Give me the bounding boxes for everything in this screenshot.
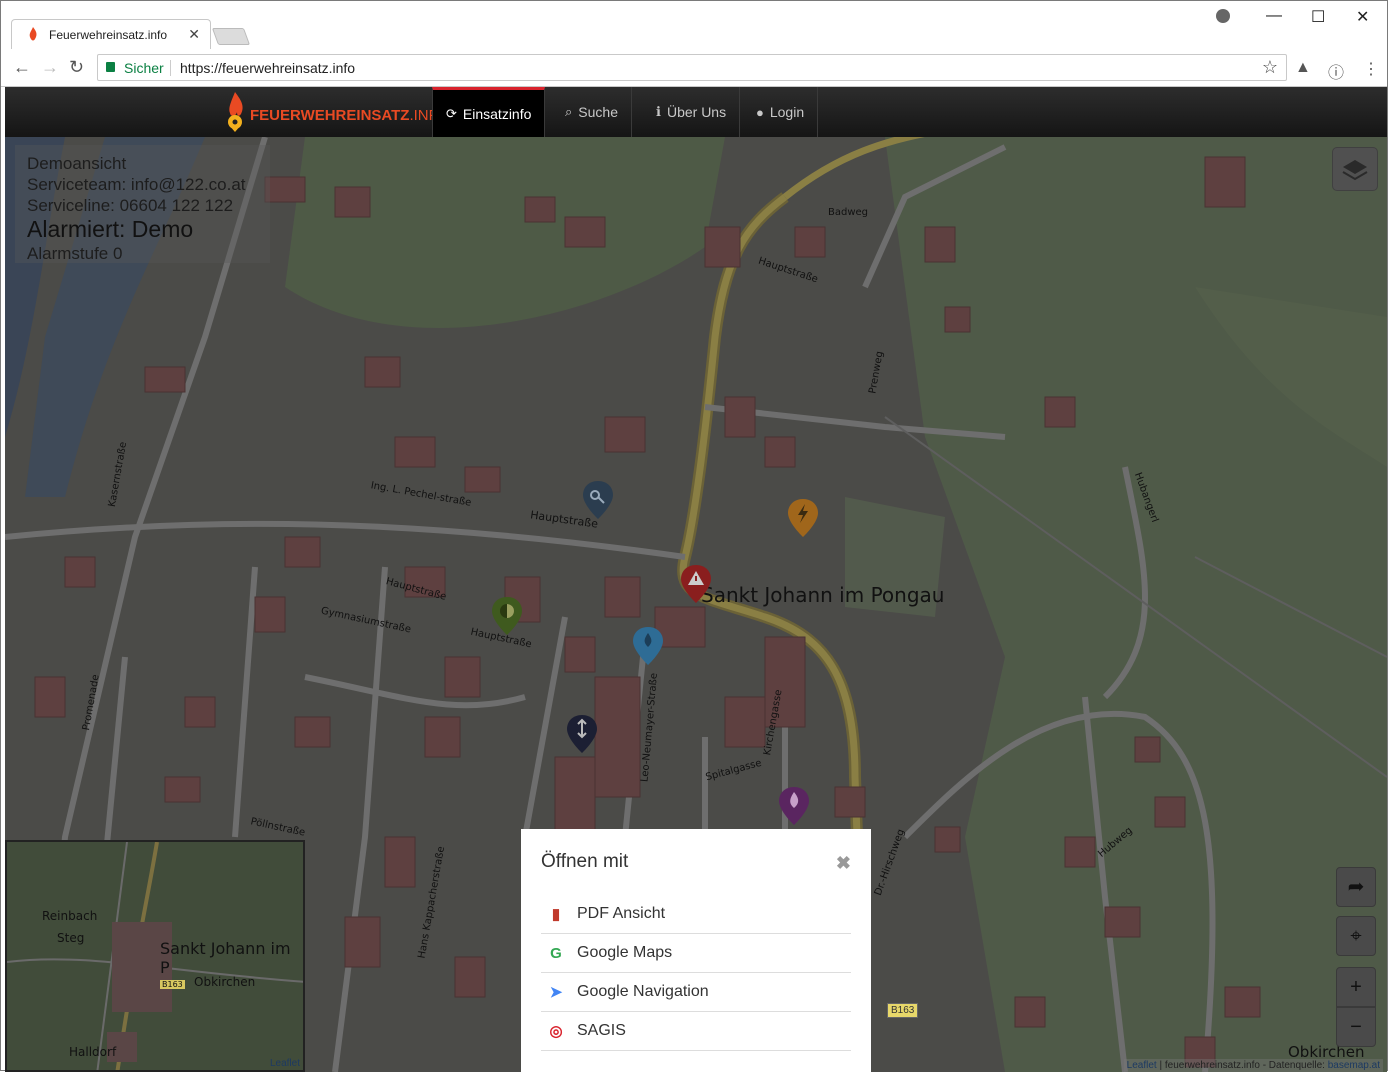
serviceteam-email: Serviceteam: info@122.co.at — [27, 175, 246, 194]
info-icon: ℹ — [656, 104, 661, 119]
back-icon[interactable]: ← — [13, 57, 31, 78]
zoom-out-button[interactable]: − — [1336, 1007, 1376, 1047]
layers-button[interactable] — [1332, 147, 1378, 191]
navigation-arrow-icon: ➤ — [549, 984, 563, 1001]
browser-tab[interactable]: Feuerwehreinsatz.info ✕ — [11, 19, 211, 49]
tab-title: Feuerwehreinsatz.info — [49, 28, 168, 42]
open-google-maps-item[interactable]: G Google Maps — [541, 934, 851, 973]
new-tab-button[interactable] — [211, 28, 251, 45]
open-google-navigation-item[interactable]: ➤ Google Navigation — [541, 973, 851, 1012]
nav-einsatzinfo-label: Einsatzinfo — [462, 105, 532, 122]
layers-icon — [1342, 160, 1368, 181]
logo[interactable]: FEUERWEHREINSATZ.INFO — [223, 90, 449, 134]
nav-ueber-uns[interactable]: ℹ Über Uns — [643, 87, 741, 137]
tab-strip: Feuerwehreinsatz.info ✕ — ☐ ✕ — [1, 1, 1387, 49]
tab-close-icon[interactable]: ✕ — [188, 26, 200, 43]
nav-ueber-uns-label: Über Uns — [666, 104, 727, 120]
minimize-icon[interactable]: — — [1266, 7, 1282, 25]
crosshair-icon: ⌖ — [1350, 925, 1362, 947]
open-google-maps-label: Google Maps — [577, 944, 673, 961]
bookmark-star-icon[interactable]: ☆ — [1262, 57, 1278, 78]
url-text: https://feuerwehreinsatz.info — [180, 60, 356, 76]
minimap-road-badge: B163 — [160, 980, 185, 989]
menu-icon[interactable]: ⋮ — [1363, 59, 1379, 79]
share-button[interactable]: ➦ — [1336, 867, 1376, 907]
lock-icon — [106, 62, 115, 72]
demo-label: Demoansicht — [27, 154, 127, 173]
drive-extension-icon[interactable]: ▲ — [1295, 59, 1311, 77]
forward-icon[interactable]: → — [41, 57, 59, 78]
alarm-info-panel: Demoansicht Serviceteam: info@122.co.at … — [15, 145, 270, 263]
open-pdf-item[interactable]: ▮ PDF Ansicht — [541, 895, 851, 934]
browser-toolbar: ← → ↻ Sicher https://feuerwehreinsatz.in… — [1, 49, 1387, 87]
leaflet-link[interactable]: Leaflet — [1127, 1060, 1157, 1071]
locate-button[interactable]: ⌖ — [1336, 916, 1376, 956]
browser-window: Feuerwehreinsatz.info ✕ — ☐ ✕ ← → ↻ Sich… — [0, 0, 1388, 1072]
serviceline-phone: Serviceline: 06604 122 122 — [27, 196, 234, 215]
info-extension-icon[interactable]: ⓘ — [1328, 59, 1344, 83]
nav-suche[interactable]: ⌕ Suche — [552, 87, 632, 137]
open-sagis-item[interactable]: ◎ SAGIS — [541, 1012, 851, 1051]
nav-login-label: Login — [769, 104, 805, 120]
minus-icon: − — [1350, 1016, 1362, 1038]
zoom-in-button[interactable]: + — [1336, 967, 1376, 1007]
logo-text: FEUERWEHREINSATZ — [250, 107, 410, 124]
open-pdf-label: PDF Ansicht — [577, 905, 666, 922]
file-icon: ▮ — [551, 906, 561, 923]
share-arrow-icon: ➦ — [1347, 876, 1365, 898]
target-icon: ◎ — [549, 1023, 563, 1040]
google-icon: G — [550, 944, 562, 962]
alarm-level: Alarmstufe 0 — [27, 244, 123, 263]
height-marker-icon[interactable] — [567, 715, 597, 753]
basemap-link[interactable]: basemap.at — [1328, 1060, 1380, 1071]
minimap[interactable]: Reinbach Steg Sankt Johann im P Obkirche… — [5, 840, 305, 1072]
flame-favicon-icon — [29, 27, 37, 41]
app-navbar: FEUERWEHREINSATZ.INFO ⟳ Einsatzinfo ⌕ Su… — [5, 87, 1387, 137]
nav-suche-label: Suche — [578, 104, 618, 120]
address-bar[interactable]: Sicher https://feuerwehreinsatz.info ☆ — [97, 54, 1287, 81]
hydrant-marker-icon[interactable] — [492, 597, 522, 635]
flame-logo-icon — [228, 92, 243, 132]
refresh-icon: ⟳ — [446, 105, 457, 121]
town-label: Sankt Johann im Pongau — [701, 583, 945, 607]
nav-einsatzinfo[interactable]: ⟳ Einsatzinfo — [432, 87, 546, 137]
dialog-close-icon[interactable]: ✖ — [836, 853, 851, 874]
minimap-label: Reinbach — [42, 909, 98, 923]
road-badge: B163 — [887, 1003, 919, 1018]
dialog-title: Öffnen mit — [541, 851, 629, 872]
profile-icon[interactable] — [1216, 9, 1230, 23]
search-icon: ⌕ — [565, 104, 573, 119]
secure-label: Sicher — [124, 60, 164, 76]
plus-icon: + — [1350, 976, 1362, 998]
nav-login[interactable]: ● Login — [743, 87, 819, 137]
map-attribution: Leaflet | feuerwehreinsatz.info - Datenq… — [1123, 1059, 1383, 1072]
minimap-label: Halldorf — [69, 1045, 117, 1059]
minimap-attribution[interactable]: Leaflet — [270, 1058, 300, 1069]
flame-marker-icon[interactable] — [779, 787, 809, 825]
window-close-icon[interactable]: ✕ — [1356, 7, 1369, 27]
alarm-title: Alarmiert: Demo — [27, 216, 194, 242]
key-marker-icon[interactable] — [583, 481, 613, 519]
open-sagis-label: SAGIS — [577, 1022, 626, 1039]
minimap-label: Sankt Johann im P — [160, 939, 291, 977]
lightning-marker-icon[interactable] — [788, 499, 818, 537]
reload-icon[interactable]: ↻ — [69, 57, 84, 78]
maximize-icon[interactable]: ☐ — [1311, 7, 1325, 27]
minimap-label: Obkirchen — [194, 975, 256, 989]
user-icon: ● — [756, 104, 764, 120]
street-label: Badweg — [828, 207, 869, 218]
warning-marker-icon[interactable] — [681, 565, 711, 603]
minimap-label: Steg — [57, 931, 85, 945]
water-marker-icon[interactable] — [633, 627, 663, 665]
open-google-navigation-label: Google Navigation — [577, 983, 709, 1000]
open-with-dialog: Öffnen mit ✖ ▮ PDF Ansicht G Google Maps ➤… — [521, 829, 871, 1072]
open-with-list: ▮ PDF Ansicht G Google Maps ➤ Google Naviga… — [541, 895, 851, 1051]
